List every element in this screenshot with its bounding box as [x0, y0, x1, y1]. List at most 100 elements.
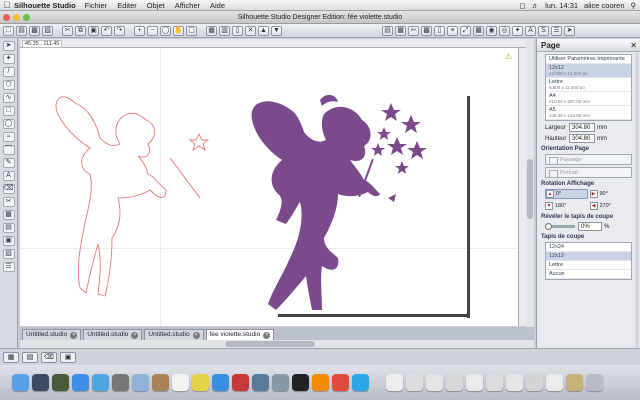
horizontal-scroll-thumb[interactable] [225, 341, 315, 347]
ungroup-icon[interactable]: ▥ [219, 25, 230, 36]
tab-untitled-3[interactable]: Untitled.studio × [144, 329, 204, 340]
terminal-icon[interactable] [292, 374, 309, 391]
drawing-canvas[interactable]: 45.35 , 111.45 ⚠ [20, 40, 518, 326]
trace-icon[interactable]: ✦ [512, 25, 523, 36]
grid-icon[interactable]: ▦ [395, 25, 406, 36]
contacts-icon[interactable] [152, 374, 169, 391]
select-tool-icon[interactable]: ➤ [2, 41, 15, 51]
edit-points-icon[interactable]: ✦ [2, 54, 15, 64]
view-options-icon[interactable]: ▣ [60, 351, 76, 363]
trash-icon[interactable]: ⌫ [41, 351, 57, 363]
portrait-button[interactable]: Portrait [545, 167, 632, 178]
tab-fee-violette[interactable]: fée violette.studio × [205, 329, 275, 340]
arc-tool-icon[interactable]: ⌒ [2, 145, 15, 155]
ellipse-tool-icon[interactable]: ◯ [2, 119, 15, 129]
menu-aide[interactable]: Aide [210, 1, 225, 10]
menubar-user[interactable]: alice cooren [584, 1, 624, 10]
rotation-180-button[interactable]: ▼ 180° [545, 201, 588, 211]
finder-icon[interactable] [12, 374, 29, 391]
zoom-window-icon[interactable] [23, 14, 30, 21]
mat-item[interactable]: Lettre [546, 261, 631, 270]
menubar-clock[interactable]: lun. 14:31 [545, 1, 578, 10]
send-back-icon[interactable]: ▼ [271, 25, 282, 36]
print-icon[interactable]: ▨ [42, 25, 53, 36]
volume-icon[interactable]: ♬ [532, 1, 540, 10]
reveal-mat-input[interactable]: 0% [578, 222, 602, 231]
polygon-tool-icon[interactable]: ⬡ [2, 80, 15, 90]
rotation-270-button[interactable]: ◀ 270° [589, 201, 633, 211]
paper-size-item[interactable]: A5 148.00 x 210.00 mm [546, 106, 631, 120]
fill-tool-icon[interactable]: ▩ [2, 210, 15, 220]
mat-item[interactable]: 12x12 [546, 252, 631, 261]
layers-icon[interactable]: ☰ [2, 262, 15, 272]
preview-icon[interactable] [272, 374, 289, 391]
chrome-icon[interactable] [332, 374, 349, 391]
replicate-icon[interactable]: ▦ [473, 25, 484, 36]
app-menu[interactable]: Silhouette Studio [14, 1, 76, 10]
document-3-icon[interactable] [426, 374, 443, 391]
line-tool-icon[interactable]: / [2, 67, 15, 77]
cut-icon[interactable]: ✂ [62, 25, 73, 36]
line-color-icon[interactable]: ▯ [434, 25, 445, 36]
zoom-select-icon[interactable]: ◯ [160, 25, 171, 36]
redo-icon[interactable]: ↷ [114, 25, 125, 36]
tab-untitled-1[interactable]: Untitled.studio × [22, 329, 82, 340]
duplicate-icon[interactable]: ▯ [232, 25, 243, 36]
cut-view-icon[interactable]: ▤ [2, 223, 15, 233]
document-8-icon[interactable] [526, 374, 543, 391]
document-1-icon[interactable] [386, 374, 403, 391]
document-7-icon[interactable] [506, 374, 523, 391]
mat-item[interactable]: 12x24 [546, 243, 631, 252]
rectangle-tool-icon[interactable]: □ [2, 106, 15, 116]
save-icon[interactable]: ▩ [29, 25, 40, 36]
paper-option[interactable]: Utiliser Paramètres Imprimante [546, 55, 631, 64]
skype-icon[interactable] [352, 374, 369, 391]
height-input[interactable]: 304.80 [569, 134, 595, 143]
landscape-button[interactable]: Paysage [545, 154, 632, 165]
system-prefs-icon[interactable] [112, 374, 129, 391]
eraser-tool-icon[interactable]: ⌫ [2, 184, 15, 194]
width-input[interactable]: 304.80 [569, 123, 595, 132]
zoom-in-icon[interactable]: + [134, 25, 145, 36]
new-file-icon[interactable]: □ [3, 25, 14, 36]
transform-icon[interactable]: ⤢ [460, 25, 471, 36]
fit-page-icon[interactable]: ▢ [186, 25, 197, 36]
pan-icon[interactable]: ✋ [173, 25, 184, 36]
send-to-cutter-icon[interactable]: ➤ [564, 25, 575, 36]
rotation-90-button[interactable]: ▶ 90° [589, 189, 633, 199]
mail-icon[interactable] [132, 374, 149, 391]
close-window-icon[interactable] [3, 14, 10, 21]
safari-icon[interactable] [92, 374, 109, 391]
paper-size-item[interactable]: A4 210.00 x 297.00 mm [546, 92, 631, 106]
paper-size-list[interactable]: Utiliser Paramètres Imprimante 12x12 12.0… [545, 54, 632, 121]
text-style-icon[interactable]: A [525, 25, 536, 36]
store-icon[interactable]: S [538, 25, 549, 36]
document-2-icon[interactable] [406, 374, 423, 391]
mission-control-icon[interactable] [52, 374, 69, 391]
line-style-icon[interactable]: ≡ [447, 25, 458, 36]
open-file-icon[interactable]: ▤ [16, 25, 27, 36]
close-tab-icon[interactable]: × [263, 331, 271, 339]
document-9-icon[interactable] [546, 374, 563, 391]
rotation-0-button[interactable]: ▲ 0° [545, 189, 588, 199]
page-settings-icon[interactable]: ▤ [382, 25, 393, 36]
menu-objet[interactable]: Objet [147, 1, 165, 10]
document-5-icon[interactable] [466, 374, 483, 391]
horizontal-scrollbar[interactable] [20, 340, 534, 348]
vertical-scroll-thumb[interactable] [527, 159, 533, 219]
close-tab-icon[interactable]: × [70, 331, 78, 339]
store-toggle-icon[interactable]: ▤ [22, 351, 38, 363]
trash-dock-icon[interactable] [586, 374, 603, 391]
itunes-icon[interactable] [212, 374, 229, 391]
cut-settings-icon[interactable]: ✄ [408, 25, 419, 36]
spotlight-icon[interactable]: ⚲ [631, 1, 637, 10]
close-tab-icon[interactable]: × [192, 331, 200, 339]
vertical-scrollbar[interactable] [526, 39, 534, 339]
slider-knob[interactable] [545, 223, 552, 230]
calendar-icon[interactable] [172, 374, 189, 391]
apple-icon[interactable]:  [0, 0, 14, 10]
text-tool-icon[interactable]: A [2, 171, 15, 181]
group-icon[interactable]: ▦ [206, 25, 217, 36]
close-panel-icon[interactable]: ✕ [630, 39, 637, 52]
mat-item[interactable]: Aucun [546, 270, 631, 279]
